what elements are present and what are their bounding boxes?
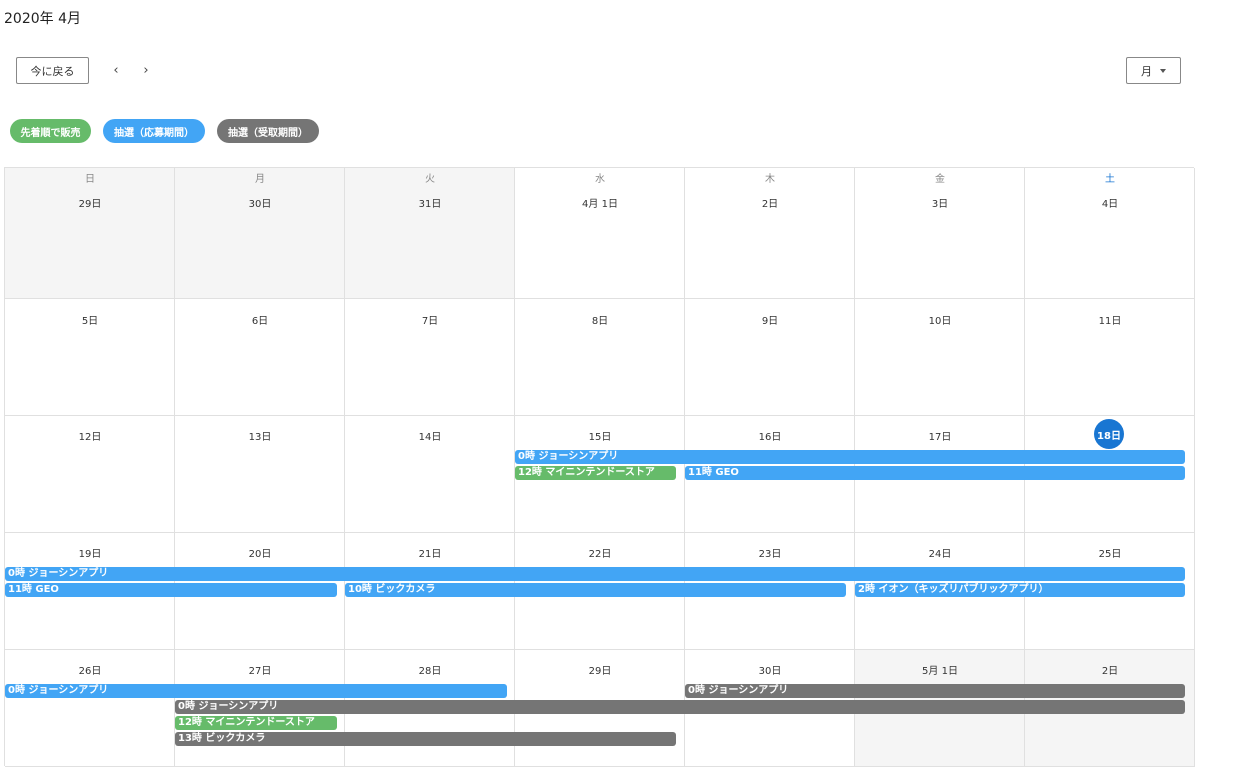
event-bic-camera-apply[interactable]: 10時 ビックカメラ bbox=[345, 583, 846, 597]
weekday-tue: 火 bbox=[425, 174, 435, 185]
day-number[interactable]: 13日 bbox=[175, 428, 345, 443]
chevron-left-icon[interactable]: ‹ bbox=[106, 60, 126, 80]
day-cell[interactable] bbox=[855, 168, 1025, 299]
event-aeon-apply[interactable]: 2時 イオン（キッズリパブリックアプリ） bbox=[855, 583, 1185, 597]
weekday-mon: 月 bbox=[255, 174, 265, 185]
day-number[interactable]: 14日 bbox=[345, 428, 515, 443]
day-number[interactable]: 22日 bbox=[515, 545, 685, 560]
event-joshin-apply[interactable]: 0時 ジョーシンアプリ bbox=[5, 567, 1185, 581]
day-number[interactable]: 7日 bbox=[345, 312, 515, 327]
legend-first-come[interactable]: 先着順で販売 bbox=[10, 119, 91, 143]
day-number[interactable]: 10日 bbox=[855, 312, 1025, 327]
event-nintendo-store[interactable]: 12時 マイニンテンドーストア bbox=[515, 466, 676, 480]
event-geo-apply[interactable]: 11時 GEO bbox=[5, 583, 337, 597]
day-number[interactable]: 25日 bbox=[1025, 545, 1195, 560]
day-number[interactable]: 3日 bbox=[855, 195, 1025, 210]
caret-down-icon bbox=[1160, 68, 1166, 73]
weekday-sat: 土 bbox=[1105, 174, 1115, 185]
day-cell[interactable] bbox=[1025, 168, 1195, 299]
day-number[interactable]: 2日 bbox=[685, 195, 855, 210]
day-number[interactable]: 2日 bbox=[1025, 662, 1195, 677]
view-select[interactable]: 月 bbox=[1126, 57, 1181, 84]
page-title: 2020年 4月 bbox=[4, 11, 81, 27]
day-number[interactable]: 5日 bbox=[5, 312, 175, 327]
day-cell[interactable] bbox=[515, 168, 685, 299]
day-number[interactable]: 9日 bbox=[685, 312, 855, 327]
day-number[interactable]: 30日 bbox=[685, 662, 855, 677]
weekday-sun: 日 bbox=[85, 174, 95, 185]
weekday-thu: 木 bbox=[765, 174, 775, 185]
today-day-number[interactable]: 18日 bbox=[1094, 419, 1124, 449]
legend-lottery-apply[interactable]: 抽選（応募期間） bbox=[103, 119, 205, 143]
weekday-fri: 金 bbox=[935, 174, 945, 185]
day-number[interactable]: 4月 1日 bbox=[515, 195, 685, 210]
day-number[interactable]: 31日 bbox=[345, 195, 515, 210]
day-cell[interactable] bbox=[5, 168, 175, 299]
event-joshin-pickup[interactable]: 0時 ジョーシンアプリ bbox=[175, 700, 1185, 714]
chevron-right-icon[interactable]: › bbox=[136, 60, 156, 80]
day-number[interactable]: 8日 bbox=[515, 312, 685, 327]
day-number[interactable]: 29日 bbox=[515, 662, 685, 677]
day-cell[interactable] bbox=[345, 168, 515, 299]
day-number[interactable]: 12日 bbox=[5, 428, 175, 443]
day-number[interactable]: 21日 bbox=[345, 545, 515, 560]
day-number[interactable]: 24日 bbox=[855, 545, 1025, 560]
event-joshin-apply[interactable]: 0時 ジョーシンアプリ bbox=[5, 684, 507, 698]
day-number[interactable]: 28日 bbox=[345, 662, 515, 677]
weekday-wed: 水 bbox=[595, 174, 605, 185]
month-calendar: 日 月 火 水 木 金 土 29日 30日 31日 4月 1日 2日 3日 4日… bbox=[4, 167, 1195, 767]
day-number[interactable]: 19日 bbox=[5, 545, 175, 560]
event-joshin-pickup[interactable]: 0時 ジョーシンアプリ bbox=[685, 684, 1185, 698]
day-number[interactable]: 20日 bbox=[175, 545, 345, 560]
day-number[interactable]: 17日 bbox=[855, 428, 1025, 443]
day-number[interactable]: 29日 bbox=[5, 195, 175, 210]
day-number[interactable]: 11日 bbox=[1025, 312, 1195, 327]
day-number[interactable]: 16日 bbox=[685, 428, 855, 443]
day-number[interactable]: 23日 bbox=[685, 545, 855, 560]
view-select-label: 月 bbox=[1141, 64, 1152, 78]
day-cell[interactable] bbox=[685, 168, 855, 299]
day-number[interactable]: 15日 bbox=[515, 428, 685, 443]
day-number[interactable]: 4日 bbox=[1025, 195, 1195, 210]
event-bic-camera-pickup[interactable]: 13時 ビックカメラ bbox=[175, 732, 676, 746]
day-cell[interactable] bbox=[175, 168, 345, 299]
legend-lottery-pickup[interactable]: 抽選（受取期間） bbox=[217, 119, 319, 143]
event-joshin-apply[interactable]: 0時 ジョーシンアプリ bbox=[515, 450, 1185, 464]
event-nintendo-store[interactable]: 12時 マイニンテンドーストア bbox=[175, 716, 337, 730]
day-number[interactable]: 5月 1日 bbox=[855, 662, 1025, 677]
day-number[interactable]: 30日 bbox=[175, 195, 345, 210]
today-button[interactable]: 今に戻る bbox=[16, 57, 89, 84]
day-number[interactable]: 6日 bbox=[175, 312, 345, 327]
day-number[interactable]: 26日 bbox=[5, 662, 175, 677]
day-number[interactable]: 27日 bbox=[175, 662, 345, 677]
event-geo-apply[interactable]: 11時 GEO bbox=[685, 466, 1185, 480]
